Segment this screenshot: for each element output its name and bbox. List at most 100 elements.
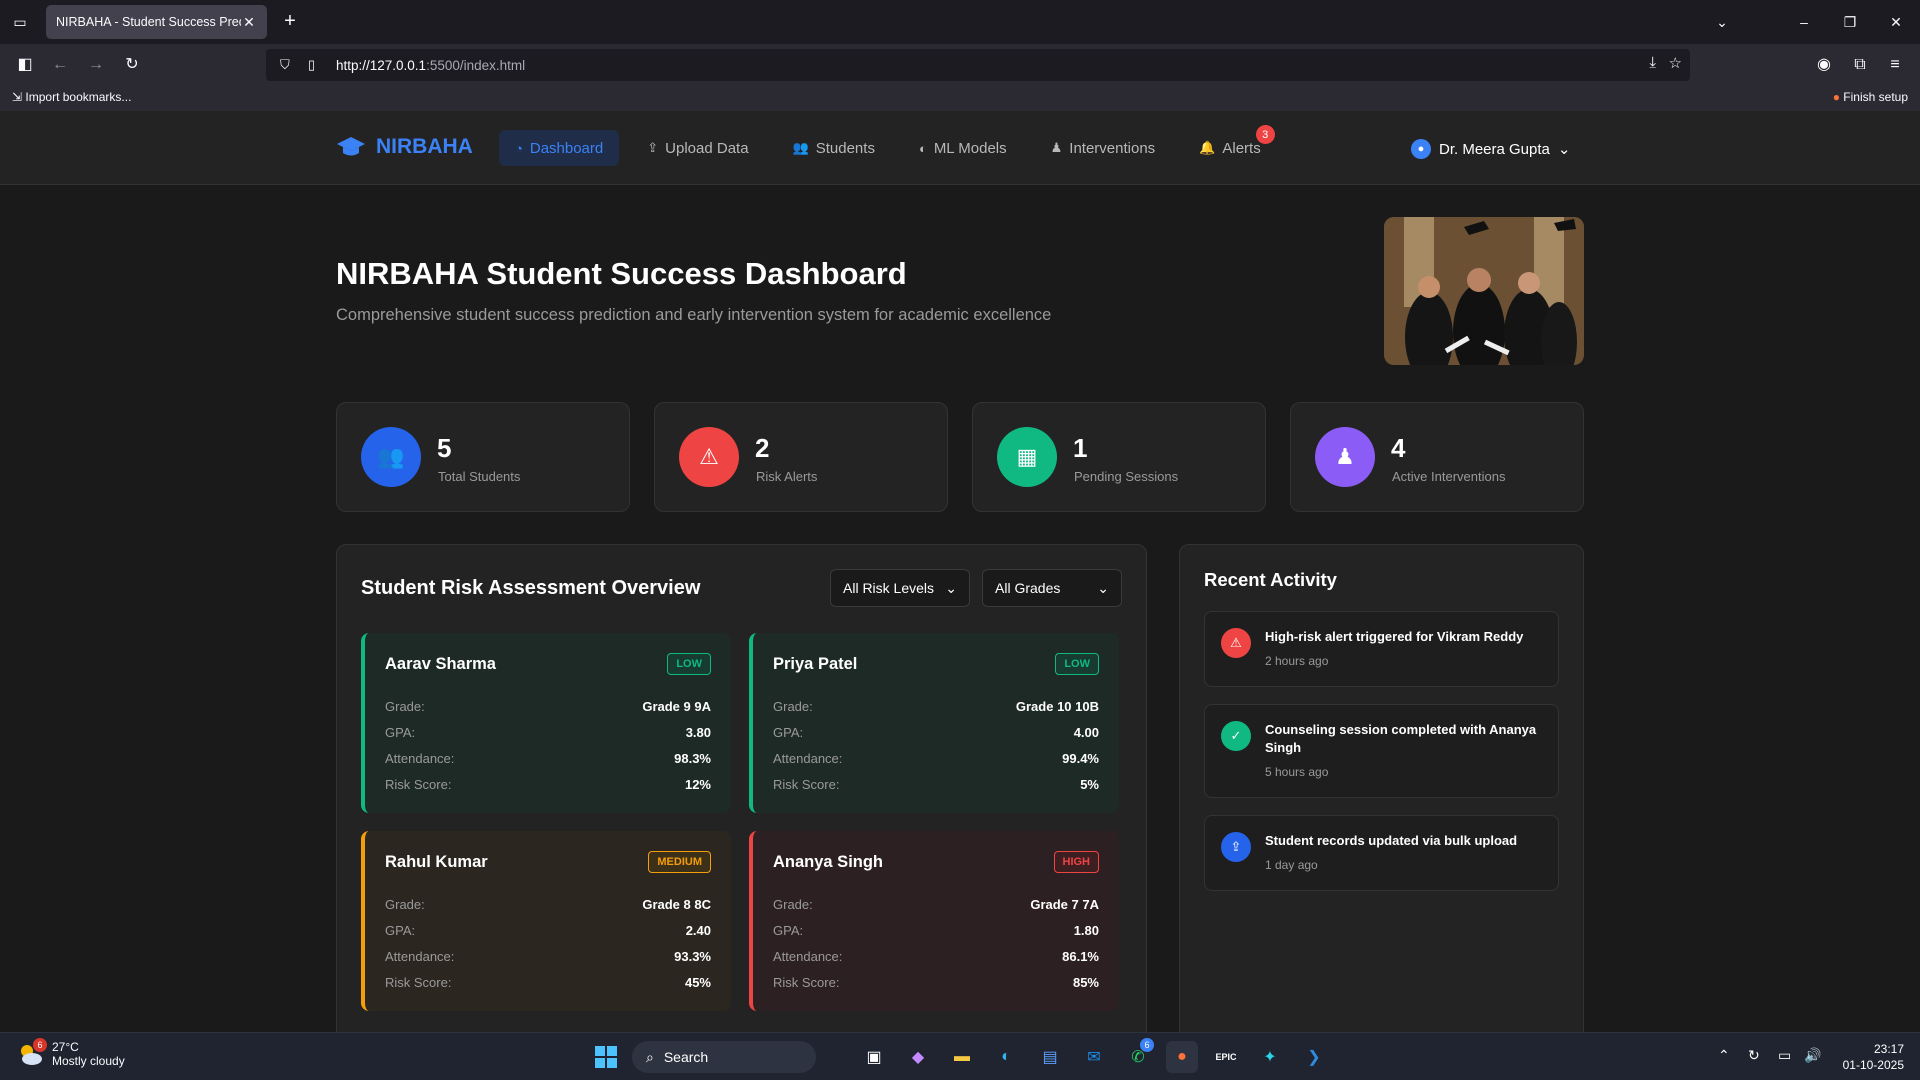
new-tab-icon[interactable]: + <box>278 10 302 34</box>
risk-score-label: Risk Score: <box>773 777 840 792</box>
nav-dashboard[interactable]: ◔ Dashboard <box>499 130 620 166</box>
student-name: Aarav Sharma <box>385 655 496 673</box>
grade-label: Grade: <box>773 699 813 714</box>
file-explorer-icon[interactable]: ▬ <box>946 1041 978 1073</box>
nav-interventions[interactable]: ♟ Interventions <box>1035 130 1172 166</box>
student-card[interactable]: Aarav Sharma LOW Grade: Grade 9 9A GPA: 3.… <box>361 633 731 813</box>
gpa-row: GPA: 2.40 <box>385 923 711 938</box>
chevron-down-icon: ⌄ <box>945 579 957 596</box>
close-tab-icon[interactable]: ✕ <box>241 14 257 31</box>
bookmarks-bar: ⇲ Import bookmarks... ● Finish setup <box>0 85 1920 111</box>
import-bookmarks-link[interactable]: ⇲ Import bookmarks... <box>12 90 131 104</box>
student-card[interactable]: Rahul Kumar MEDIUM Grade: Grade 8 8C GPA:… <box>361 831 731 1011</box>
risk-score-value: 5% <box>1080 777 1099 792</box>
list-all-tabs-icon[interactable]: ▭ <box>8 10 32 34</box>
browser-tabstrip: ▭ NIRBAHA - Student Success Predicti ✕ +… <box>0 0 1920 44</box>
nav-alerts[interactable]: 🔔 Alerts 3 <box>1183 125 1277 166</box>
activity-text: Student records updated via bulk upload <box>1265 833 1518 848</box>
restore-icon[interactable]: ❐ <box>1836 8 1864 36</box>
whatsapp-badge: 6 <box>1140 1038 1154 1052</box>
sync-icon[interactable]: ↻ <box>1748 1047 1760 1064</box>
epic-games-icon[interactable]: EPIC <box>1210 1041 1242 1073</box>
clock-date: 01-10-2025 <box>1842 1058 1904 1072</box>
users-icon: 👥 <box>792 140 809 155</box>
grade-value: Grade 8 8C <box>642 897 711 912</box>
warning-icon: ⚠ <box>679 427 739 487</box>
risk-level-filter-value: All Risk Levels <box>843 580 935 596</box>
grade-filter[interactable]: All Grades ⌄ <box>982 569 1122 607</box>
nav-students[interactable]: 👥 Students <box>777 130 891 166</box>
tab-overflow-chevron-icon[interactable]: ⌄ <box>1708 8 1736 36</box>
task-view-icon[interactable]: ▣ <box>858 1041 890 1073</box>
reload-icon[interactable]: ↻ <box>119 52 145 78</box>
weather-badge: 6 <box>33 1038 47 1052</box>
system-clock[interactable]: 23:17 01-10-2025 <box>1843 1041 1904 1073</box>
nav-upload-data[interactable]: ⇪ Upload Data <box>631 130 764 166</box>
outlook-icon[interactable]: ✉ <box>1078 1041 1110 1073</box>
firefox-icon[interactable]: ● <box>1166 1041 1198 1073</box>
user-menu[interactable]: ● Dr. Meera Gupta ⌄ <box>1411 139 1570 159</box>
copilot-icon[interactable]: ◆ <box>902 1041 934 1073</box>
nav-ml-models[interactable]: ◐ ML Models <box>903 130 1023 166</box>
risk-overview-title: Student Risk Assessment Overview <box>361 577 701 599</box>
student-card[interactable]: Ananya Singh HIGH Grade: Grade 7 7A GPA: 1… <box>749 831 1119 1011</box>
search-icon: ⌕ <box>646 1048 654 1065</box>
graduates-photo <box>1384 217 1584 365</box>
browser-tab[interactable]: NIRBAHA - Student Success Predicti ✕ <box>46 5 267 39</box>
attendance-row: Attendance: 86.1% <box>773 949 1099 964</box>
stat-label: Pending Sessions <box>1074 469 1179 484</box>
url-bar[interactable]: ⛉ ▯ http://127.0.0.1:5500/index.html ⤓ ☆ <box>266 49 1690 81</box>
activity-item[interactable]: ✓ Counseling session completed with Anan… <box>1204 704 1559 798</box>
page-icon: ▯ <box>308 57 316 72</box>
bell-icon: 🔔 <box>1199 140 1216 155</box>
account-icon[interactable]: ◉ <box>1811 52 1837 78</box>
risk-score-row: Risk Score: 12% <box>385 777 711 792</box>
save-page-icon[interactable]: ⤓ <box>1649 54 1656 71</box>
shield-icon[interactable]: ⛉ <box>280 57 302 73</box>
sidebar-toggle-icon[interactable]: ◧ <box>12 52 38 78</box>
volume-icon[interactable]: 🔊 <box>1804 1047 1821 1064</box>
attendance-value: 98.3% <box>674 751 711 766</box>
tab-title: NIRBAHA - Student Success Predicti <box>56 15 241 29</box>
nav-dashboard-label: Dashboard <box>529 139 604 157</box>
attendance-value: 93.3% <box>674 949 711 964</box>
edge-icon[interactable]: ◐ <box>990 1041 1022 1073</box>
grade-row: Grade: Grade 8 8C <box>385 897 711 912</box>
browser-navbar: ◧ ← → ↻ ⛉ ▯ http://127.0.0.1:5500/index.… <box>0 44 1920 85</box>
forward-icon[interactable]: → <box>83 52 109 78</box>
taskbar-search[interactable]: ⌕ Search <box>632 1041 816 1073</box>
risk-score-label: Risk Score: <box>773 975 840 990</box>
risk-score-label: Risk Score: <box>385 975 452 990</box>
brand-logo[interactable]: NIRBAHA <box>336 135 473 159</box>
dashboard-icon: ◔ <box>515 140 523 156</box>
close-window-icon[interactable]: ✕ <box>1882 8 1910 36</box>
store-icon[interactable]: ▤ <box>1034 1041 1066 1073</box>
bookmark-star-icon[interactable]: ☆ <box>1669 54 1682 72</box>
menu-icon[interactable]: ≡ <box>1882 52 1908 78</box>
vscode-icon[interactable]: ❯ <box>1298 1041 1330 1073</box>
risk-level-filter[interactable]: All Risk Levels ⌄ <box>830 569 970 607</box>
network-icon[interactable]: ▭ <box>1778 1047 1791 1064</box>
student-card[interactable]: Priya Patel LOW Grade: Grade 10 10B GPA: 4… <box>749 633 1119 813</box>
calendar-check-icon: ▦ <box>997 427 1057 487</box>
nav-upload-label: Upload Data <box>665 139 749 157</box>
game-app-icon[interactable]: ✦ <box>1254 1041 1286 1073</box>
users-icon: 👥 <box>361 427 421 487</box>
user-tie-icon: ♟ <box>1050 140 1063 155</box>
grade-row: Grade: Grade 10 10B <box>773 699 1099 714</box>
extensions-icon[interactable]: ⧉ <box>1847 52 1873 78</box>
windows-start-icon[interactable] <box>590 1041 622 1073</box>
weather-widget[interactable]: 6 27°C Mostly cloudy <box>16 1038 125 1068</box>
grade-row: Grade: Grade 7 7A <box>773 897 1099 912</box>
back-icon[interactable]: ← <box>47 52 73 78</box>
main-menu: ◔ Dashboard ⇪ Upload Data 👥 Students ◐ ML Mo… <box>499 125 1289 166</box>
minimize-icon[interactable]: – <box>1790 8 1818 36</box>
whatsapp-icon[interactable]: ✆ 6 <box>1122 1038 1154 1073</box>
stat-label: Risk Alerts <box>756 469 818 484</box>
tray-chevron-up-icon[interactable]: ⌃ <box>1718 1047 1730 1064</box>
page-subtitle: Comprehensive student success prediction… <box>336 306 1052 324</box>
activity-item[interactable]: ⚠ High-risk alert triggered for Vikram R… <box>1204 611 1559 687</box>
finish-setup-link[interactable]: ● Finish setup <box>1833 90 1908 104</box>
activity-item[interactable]: ⇪ Student records updated via bulk uploa… <box>1204 815 1559 891</box>
user-name: Dr. Meera Gupta <box>1439 140 1550 158</box>
